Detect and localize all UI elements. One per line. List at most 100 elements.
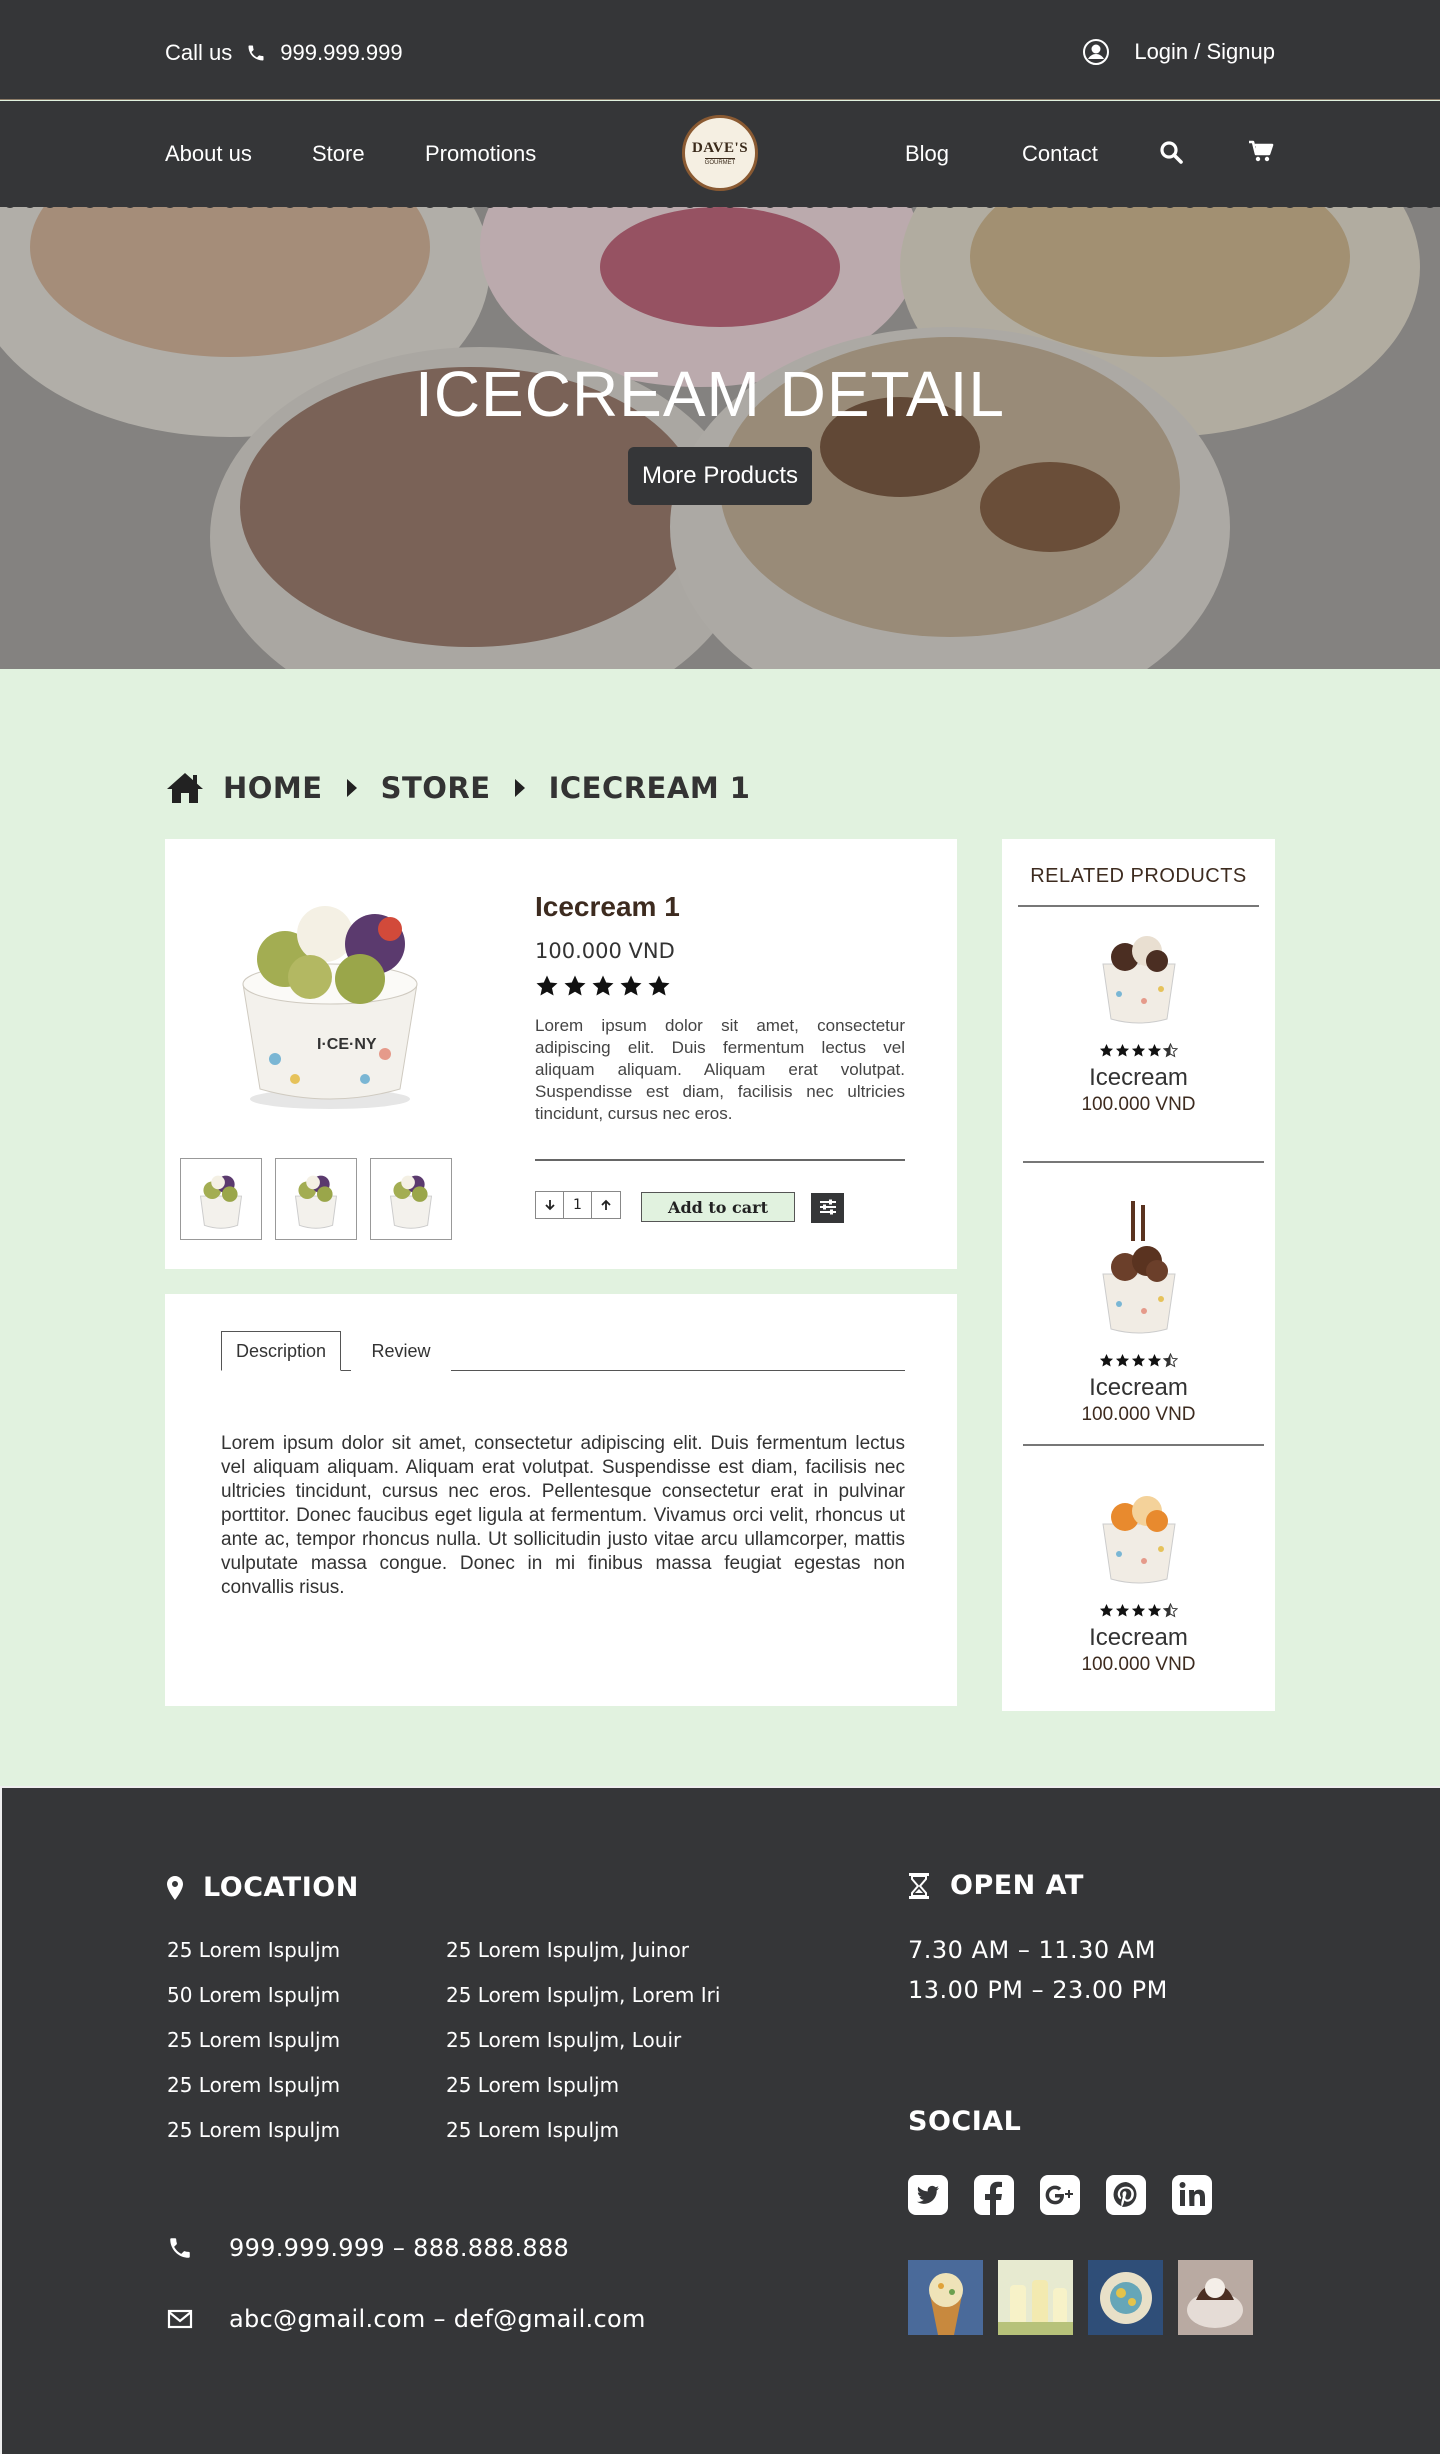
star-icon [536, 975, 558, 996]
star-icon [1131, 1353, 1146, 1367]
related-product-image [1101, 1496, 1176, 1584]
arrow-up-icon [601, 1199, 611, 1210]
call-us-label: Call us [165, 40, 233, 65]
star-icon [1099, 1353, 1114, 1367]
star-icon [1163, 1603, 1178, 1618]
options-button[interactable] [811, 1193, 844, 1223]
related-product-price: 100.000 VND [1081, 1404, 1196, 1425]
star-icon [592, 975, 614, 996]
quantity-value[interactable]: 1 [564, 1192, 592, 1218]
location-list-right: 25 Lorem Ispuljm, Juinor 25 Lorem Ispuljm… [446, 1928, 720, 2153]
divider [1023, 1161, 1264, 1163]
related-product-name: Icecream [1089, 1624, 1188, 1651]
thumbnail-image [294, 1175, 338, 1229]
top-bar: Call us 999.999.999 Login / Signup [0, 0, 1440, 100]
gallery-image-2[interactable] [998, 2260, 1073, 2335]
product-name: Icecream 1 [535, 891, 680, 922]
product-thumbnail-1[interactable] [180, 1158, 262, 1240]
open-at-title: OPEN AT [950, 1870, 1084, 1901]
product-thumbnail-2[interactable] [275, 1158, 357, 1240]
location-title: LOCATION [203, 1872, 359, 1903]
product-card: I·CE·NY Icecream 1 100.000 VND Lorem ips… [165, 839, 957, 1269]
login-signup-label: Login / Signup [1134, 39, 1275, 64]
star-icon [648, 975, 670, 996]
related-product-rating [1002, 1603, 1275, 1618]
related-products: RELATED PRODUCTS Icecream 100.000 VND Icec… [1002, 839, 1275, 1711]
star-icon [620, 975, 642, 996]
more-products-button[interactable]: More Products [628, 447, 812, 505]
tab-bar: Description Review [221, 1331, 905, 1371]
footer-email[interactable]: abc@gmail.com – def@gmail.com [167, 2305, 646, 2333]
star-icon [564, 975, 586, 996]
gallery-image-4[interactable] [1178, 2260, 1253, 2335]
gallery-image-3[interactable] [1088, 2260, 1163, 2335]
social-title: SOCIAL [908, 2106, 1022, 2137]
hours-line-2: 13.00 PM – 23.00 PM [908, 1976, 1168, 2004]
nav-blog[interactable]: Blog [905, 141, 949, 167]
location-address: 25 Lorem Ispuljm, Louir [446, 2028, 682, 2052]
related-product-item[interactable]: Icecream 100.000 VND [1002, 1479, 1275, 1676]
login-signup-link[interactable]: Login / Signup [1082, 38, 1275, 66]
twitter-icon[interactable] [908, 2175, 948, 2215]
tab-review[interactable]: Review [351, 1331, 451, 1371]
related-product-item[interactable]: Icecream 100.000 VND [1002, 919, 1275, 1116]
breadcrumb-store[interactable]: STORE [381, 771, 491, 805]
pinterest-icon[interactable] [1106, 2175, 1146, 2215]
google-plus-icon[interactable] [1040, 2175, 1080, 2215]
header-phone: 999.999.999 [280, 40, 403, 65]
main-nav: About us Store Promotions DAVE'S GOURMET… [0, 101, 1440, 207]
hourglass-icon [909, 1872, 929, 1899]
footer-email-addresses: abc@gmail.com – def@gmail.com [229, 2305, 646, 2333]
star-icon [1147, 1353, 1162, 1367]
search-icon[interactable] [1158, 139, 1184, 165]
location-address: 25 Lorem Ispuljm [167, 2073, 341, 2097]
gallery-image-1[interactable] [908, 2260, 983, 2335]
star-icon [1099, 1043, 1114, 1057]
decrease-quantity-button[interactable] [536, 1192, 564, 1218]
star-icon [1115, 1043, 1130, 1057]
brand-logo[interactable]: DAVE'S GOURMET [682, 115, 758, 191]
home-icon[interactable] [165, 771, 205, 805]
related-product-item[interactable]: Icecream 100.000 VND [1002, 1201, 1275, 1426]
nav-about-us[interactable]: About us [165, 141, 252, 167]
star-icon [1163, 1043, 1178, 1058]
cart-icon[interactable] [1248, 139, 1274, 165]
footer-phone-numbers: 999.999.999 – 888.888.888 [229, 2234, 570, 2262]
caret-right-icon [514, 779, 525, 797]
phone-icon [170, 2238, 190, 2258]
nav-promotions[interactable]: Promotions [425, 141, 536, 167]
nav-wave-edge [0, 200, 1440, 208]
hero-background-image [0, 207, 1440, 669]
product-rating [535, 974, 671, 998]
star-icon [1115, 1603, 1130, 1617]
related-product-rating [1002, 1043, 1275, 1058]
instagram-gallery [908, 2260, 1253, 2335]
add-to-cart-button[interactable]: Add to cart [641, 1192, 795, 1222]
footer-phone[interactable]: 999.999.999 – 888.888.888 [167, 2234, 569, 2262]
location-address: 25 Lorem Ispuljm, Juinor [446, 1938, 690, 1962]
description-text: Lorem ipsum dolor sit amet, consectetur … [221, 1433, 905, 1598]
facebook-icon[interactable] [974, 2175, 1014, 2215]
related-products-title: RELATED PRODUCTS [1030, 865, 1247, 887]
location-address: 25 Lorem Ispuljm [446, 2118, 620, 2142]
increase-quantity-button[interactable] [592, 1192, 620, 1218]
linkedin-icon[interactable] [1172, 2175, 1212, 2215]
divider [1023, 1444, 1264, 1446]
nav-store[interactable]: Store [312, 141, 365, 167]
breadcrumb-home[interactable]: HOME [223, 771, 323, 805]
description-card: Description Review Lorem ipsum dolor sit… [165, 1294, 957, 1706]
phone-icon [248, 45, 264, 61]
logo-text: DAVE'S [691, 140, 749, 156]
location-list-left: 25 Lorem Ispuljm 50 Lorem Ispuljm 25 Lorem… [167, 1928, 340, 2153]
tab-description[interactable]: Description [221, 1331, 341, 1371]
location-address: 25 Lorem Ispuljm [167, 1938, 341, 1962]
caret-right-icon [346, 779, 357, 797]
quantity-stepper: 1 [535, 1191, 621, 1219]
product-thumbnail-3[interactable] [370, 1158, 452, 1240]
product-main-image[interactable]: I·CE·NY [225, 889, 435, 1119]
call-us[interactable]: Call us 999.999.999 [165, 40, 403, 66]
star-icon [1147, 1603, 1162, 1617]
nav-contact[interactable]: Contact [1022, 141, 1098, 167]
svg-text:I·CE·NY: I·CE·NY [317, 1036, 377, 1053]
location-address: 25 Lorem Ispuljm, Lorem Iri [446, 1983, 721, 2007]
